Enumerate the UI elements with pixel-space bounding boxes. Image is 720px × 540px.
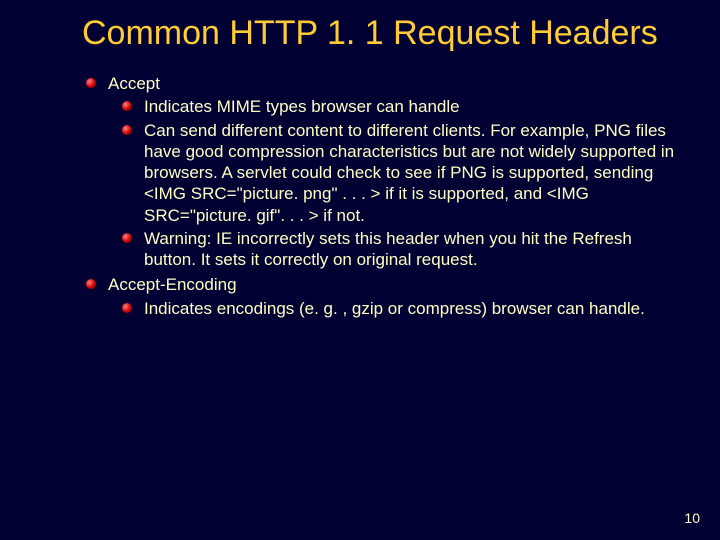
sub-list: Indicates encodings (e. g. , gzip or com… (108, 298, 680, 319)
list-item-label: Accept-Encoding (108, 275, 237, 294)
slide: Common HTTP 1. 1 Request Headers Accept … (0, 0, 720, 540)
bullet-list: Accept Indicates MIME types browser can … (82, 73, 680, 319)
sub-list: Indicates MIME types browser can handle … (108, 96, 680, 270)
sub-list-item: Warning: IE incorrectly sets this header… (120, 228, 680, 271)
list-item-label: Accept (108, 74, 160, 93)
sub-list-item: Indicates MIME types browser can handle (120, 96, 680, 117)
sub-list-item: Can send different content to different … (120, 120, 680, 226)
slide-title: Common HTTP 1. 1 Request Headers (82, 14, 680, 53)
list-item: Accept-Encoding Indicates encodings (e. … (82, 274, 680, 319)
sub-list-item: Indicates encodings (e. g. , gzip or com… (120, 298, 680, 319)
page-number: 10 (684, 510, 700, 526)
list-item: Accept Indicates MIME types browser can … (82, 73, 680, 270)
